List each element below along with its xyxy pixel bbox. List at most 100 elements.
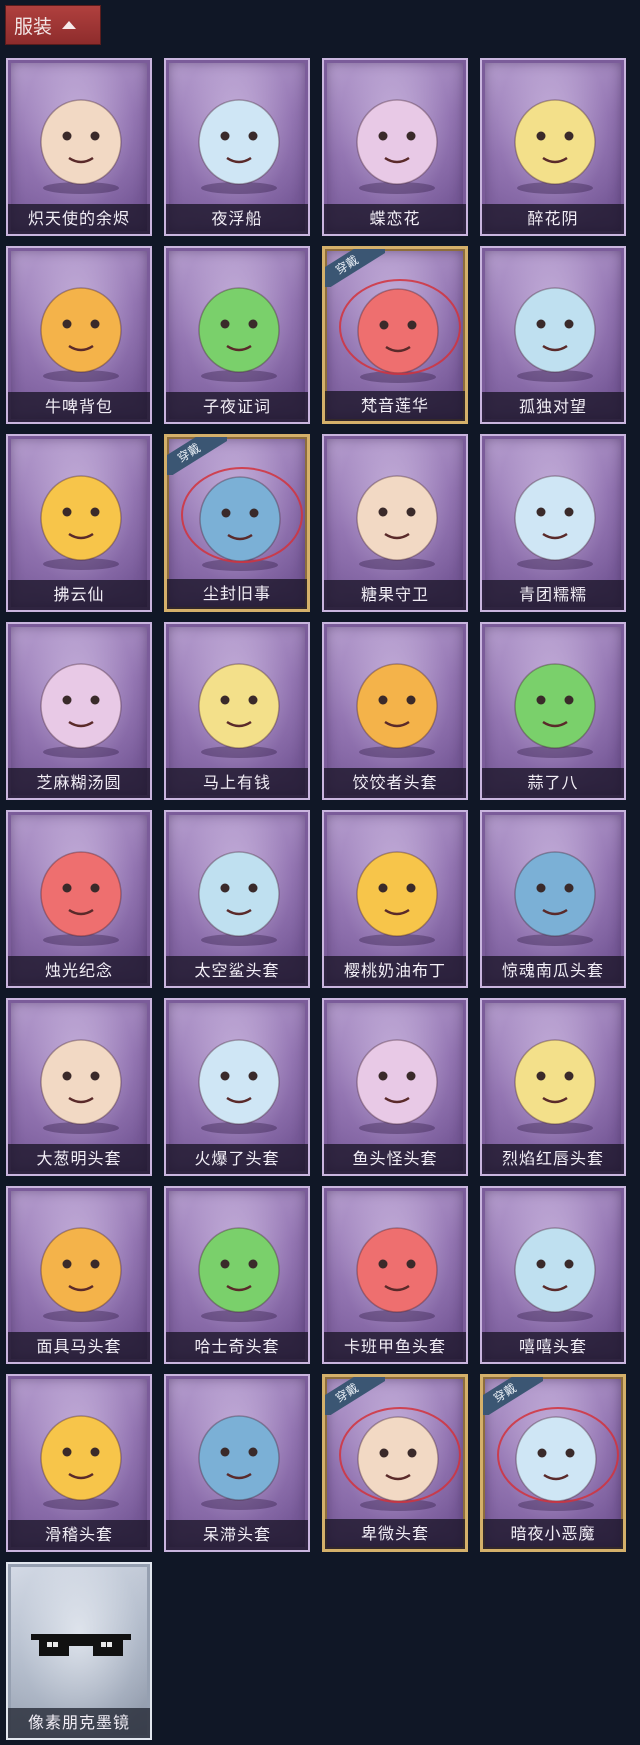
costume-card[interactable]: 太空鲨头套 xyxy=(164,810,310,988)
worn-badge: 穿戴 xyxy=(325,1377,385,1415)
costume-name: 火爆了头套 xyxy=(166,1144,308,1174)
costume-card[interactable]: 夜浮船 xyxy=(164,58,310,236)
costume-card[interactable]: 芝麻糊汤圆 xyxy=(6,622,152,800)
costume-card[interactable]: 子夜证词 xyxy=(164,246,310,424)
equipped-ring xyxy=(339,1407,461,1503)
costume-section-toggle[interactable]: 服装 xyxy=(5,5,101,45)
costume-card[interactable]: 樱桃奶油布丁 xyxy=(322,810,468,988)
fish-head-icon xyxy=(356,1039,438,1134)
costume-name: 炽天使的余烬 xyxy=(8,204,150,234)
section-title: 服装 xyxy=(14,15,53,38)
costume-name: 惊魂南瓜头套 xyxy=(482,956,624,986)
costume-name: 蒜了八 xyxy=(482,768,624,798)
costume-card[interactable]: 鱼头怪头套 xyxy=(322,998,468,1176)
costume-card[interactable]: 糖果守卫 xyxy=(322,434,468,612)
costume-name: 烈焰红唇头套 xyxy=(482,1144,624,1174)
costume-name: 烛光纪念 xyxy=(8,956,150,986)
candle-icon xyxy=(40,851,122,946)
jack-o-lantern-icon xyxy=(514,851,596,946)
costume-card[interactable]: 像素朋克墨镜 xyxy=(6,1562,152,1740)
costume-name: 大葱明头套 xyxy=(8,1144,150,1174)
costume-card[interactable]: 拂云仙 xyxy=(6,434,152,612)
costume-name: 孤独对望 xyxy=(482,392,624,422)
costume-card[interactable]: 滑稽头套 xyxy=(6,1374,152,1552)
chevron-up-icon xyxy=(62,21,77,29)
costume-card[interactable]: 嘻嘻头套 xyxy=(480,1186,626,1364)
costume-card[interactable]: 烈焰红唇头套 xyxy=(480,998,626,1176)
costume-name: 梵音莲华 xyxy=(325,391,465,421)
worn-badge: 穿戴 xyxy=(167,437,227,475)
rice-ball-icon xyxy=(40,663,122,758)
equipped-ring xyxy=(181,467,303,563)
costume-card[interactable]: 醉花阴 xyxy=(480,58,626,236)
costume-card[interactable]: 青团糯糯 xyxy=(480,434,626,612)
costume-name: 暗夜小恶魔 xyxy=(483,1519,623,1549)
dazed-emoji-icon xyxy=(198,1415,280,1510)
costume-name: 卡班甲鱼头套 xyxy=(324,1332,466,1362)
costume-card[interactable]: 呆滞头套 xyxy=(164,1374,310,1552)
husky-icon xyxy=(198,1227,280,1322)
yellow-mouse-icon xyxy=(514,1039,596,1134)
grin-emoji-icon xyxy=(514,1227,596,1322)
red-horse-icon xyxy=(198,663,280,758)
costume-name: 卑微头套 xyxy=(325,1519,465,1549)
worn-badge: 穿戴 xyxy=(325,249,385,287)
costume-name: 饺饺者头套 xyxy=(324,768,466,798)
costume-card[interactable]: 哈士奇头套 xyxy=(164,1186,310,1364)
cow-barrel-icon xyxy=(40,287,122,382)
costume-name: 滑稽头套 xyxy=(8,1520,150,1550)
white-hair-doll-icon xyxy=(514,287,596,382)
worn-badge-label: 穿戴 xyxy=(325,249,385,287)
worn-badge-label: 穿戴 xyxy=(325,1377,385,1415)
costume-name: 哈士奇头套 xyxy=(166,1332,308,1362)
costume-name: 夜浮船 xyxy=(166,204,308,234)
fairy-charm-icon xyxy=(40,475,122,570)
costume-card[interactable]: 蒜了八 xyxy=(480,622,626,800)
costume-card[interactable]: 面具马头套 xyxy=(6,1186,152,1364)
costume-name: 面具马头套 xyxy=(8,1332,150,1362)
pixel-sunglasses-icon xyxy=(31,1634,131,1656)
jellyfish-icon xyxy=(198,99,280,194)
costume-card[interactable]: 惊魂南瓜头套 xyxy=(480,810,626,988)
costume-card[interactable]: 蝶恋花 xyxy=(322,58,468,236)
horse-mask-icon xyxy=(40,1227,122,1322)
costume-card[interactable]: 牛啤背包 xyxy=(6,246,152,424)
costume-name: 嘻嘻头套 xyxy=(482,1332,624,1362)
costume-card[interactable]: 大葱明头套 xyxy=(6,998,152,1176)
costume-card[interactable]: 穿戴 梵音莲华 xyxy=(322,246,468,424)
costume-card[interactable]: 饺饺者头套 xyxy=(322,622,468,800)
worn-badge-label: 穿戴 xyxy=(483,1377,543,1415)
costume-card[interactable]: 火爆了头套 xyxy=(164,998,310,1176)
costume-name: 子夜证词 xyxy=(166,392,308,422)
costume-card[interactable]: 孤独对望 xyxy=(480,246,626,424)
pumpkin-scarecrow-icon xyxy=(356,475,438,570)
costume-grid: 炽天使的余烬 夜浮船 蝶恋花 醉花阴 牛啤背包 子夜证词 穿戴 梵音莲华 孤独对望 拂云仙 穿戴 尘封… xyxy=(6,58,634,1740)
costume-card[interactable]: 炽天使的余烬 xyxy=(6,58,152,236)
costume-card[interactable]: 穿戴 卑微头套 xyxy=(322,1374,468,1552)
costume-name: 尘封旧事 xyxy=(167,579,307,609)
costume-card[interactable]: 穿戴 尘封旧事 xyxy=(164,434,310,612)
costume-card[interactable]: 马上有钱 xyxy=(164,622,310,800)
fire-face-icon xyxy=(198,1039,280,1134)
shark-egg-icon xyxy=(198,851,280,946)
costume-name: 醉花阴 xyxy=(482,204,624,234)
garlic-icon xyxy=(514,663,596,758)
costume-name: 鱼头怪头套 xyxy=(324,1144,466,1174)
worn-badge: 穿戴 xyxy=(483,1377,543,1415)
worn-badge-label: 穿戴 xyxy=(167,437,227,475)
costume-card[interactable]: 烛光纪念 xyxy=(6,810,152,988)
costume-name: 樱桃奶油布丁 xyxy=(324,956,466,986)
costume-card[interactable]: 穿戴 暗夜小恶魔 xyxy=(480,1374,626,1552)
costume-name: 芝麻糊汤圆 xyxy=(8,768,150,798)
green-mochi-icon xyxy=(514,475,596,570)
angel-icon xyxy=(40,99,122,194)
costume-name: 马上有钱 xyxy=(166,768,308,798)
equipped-ring xyxy=(497,1407,619,1503)
costume-name: 牛啤背包 xyxy=(8,392,150,422)
costume-card[interactable]: 卡班甲鱼头套 xyxy=(322,1186,468,1364)
costume-name: 太空鲨头套 xyxy=(166,956,308,986)
pufferfish-icon xyxy=(356,1227,438,1322)
costume-name: 青团糯糯 xyxy=(482,580,624,610)
flower-lantern-icon xyxy=(514,99,596,194)
pudding-icon xyxy=(356,851,438,946)
